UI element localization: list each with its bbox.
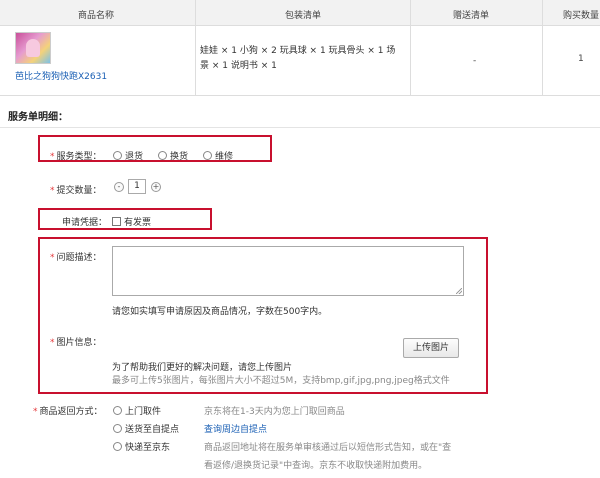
radio-pickup[interactable]: 上门取件: [113, 404, 161, 417]
table-header: 商品名称 包装清单 赠送清单 购买数量: [0, 0, 600, 26]
radio-exchange[interactable]: 换货: [158, 149, 188, 162]
required-mark: *: [50, 338, 55, 348]
qty-plus-button[interactable]: +: [151, 182, 161, 192]
package-list-text: 娃娃 × 1 小狗 × 2 玩具球 × 1 玩具骨头 × 1 场景 × 1 说明…: [200, 46, 396, 71]
product-name-link[interactable]: 芭比之狗狗快跑X2631: [15, 69, 107, 82]
section-divider: [0, 127, 600, 128]
resize-grip-icon[interactable]: [456, 288, 462, 294]
problem-label: * 问题描述：: [50, 253, 102, 263]
express-desc-line2: 看返修/退换货记录"中查询。京东不收取快递附加费用。: [204, 461, 428, 471]
section-title: 服务单明细：: [8, 112, 68, 123]
radio-return[interactable]: 退货: [113, 149, 143, 162]
column-divider: [195, 0, 196, 26]
col-header-package: 包装清单: [285, 11, 322, 21]
self-pickup-link[interactable]: 查询周边自提点: [204, 422, 267, 435]
radio-circle[interactable]: [113, 151, 122, 160]
product-thumbnail[interactable]: [15, 32, 51, 64]
required-mark: *: [33, 407, 38, 417]
quantity-value: 1: [578, 54, 584, 64]
problem-hint: 请您如实填写申请原因及商品情况，字数在500字内。: [112, 307, 328, 317]
express-desc-line1: 商品返回地址将在服务单审核通过后以短信形式告知，或在"查: [204, 443, 452, 453]
qty-value-input[interactable]: 1: [128, 179, 146, 194]
col-header-product: 商品名称: [78, 11, 115, 21]
table-row: 芭比之狗狗快跑X2631 娃娃 × 1 小狗 × 2 玩具球 × 1 玩具骨头 …: [0, 26, 600, 96]
radio-circle[interactable]: [158, 151, 167, 160]
image-hint-primary: 为了帮助我们更好的解决问题，请您上传图片: [112, 363, 293, 373]
required-mark: *: [50, 152, 55, 162]
invoice-checkbox[interactable]: 有发票: [112, 215, 151, 228]
upload-image-button[interactable]: 上传图片: [403, 338, 459, 358]
required-mark: *: [50, 186, 55, 196]
required-mark: *: [50, 253, 55, 263]
qty-minus-button[interactable]: -: [114, 182, 124, 192]
col-header-gift: 赠送清单: [453, 11, 490, 21]
column-divider: [410, 0, 411, 26]
radio-repair[interactable]: 维修: [203, 149, 233, 162]
column-divider: [542, 26, 543, 96]
column-divider: [410, 26, 411, 96]
radio-circle[interactable]: [203, 151, 212, 160]
gift-value: -: [473, 56, 477, 66]
radio-express[interactable]: 快递至京东: [113, 440, 170, 453]
checkbox-square[interactable]: [112, 217, 121, 226]
problem-description-textarea[interactable]: [112, 246, 464, 296]
column-divider: [542, 0, 543, 26]
return-method-label: * 商品返回方式：: [33, 407, 103, 417]
image-hint-secondary: 最多可上传5张图片，每张图片大小不超过5M，支持bmp,gif,jpg,png,…: [112, 376, 450, 386]
image-info-label: * 图片信息：: [50, 338, 102, 348]
service-type-label: * 服务类型：: [50, 152, 102, 162]
submit-qty-label: * 提交数量：: [50, 186, 102, 196]
radio-self-pickup-point[interactable]: 送货至自提点: [113, 422, 179, 435]
column-divider: [195, 26, 196, 96]
radio-circle[interactable]: [113, 424, 122, 433]
pickup-desc: 京东将在1-3天内为您上门取回商品: [204, 407, 345, 417]
radio-circle[interactable]: [113, 442, 122, 451]
radio-circle[interactable]: [113, 406, 122, 415]
col-header-quantity: 购买数量: [563, 11, 600, 21]
voucher-label: 申请凭据：: [62, 218, 108, 228]
